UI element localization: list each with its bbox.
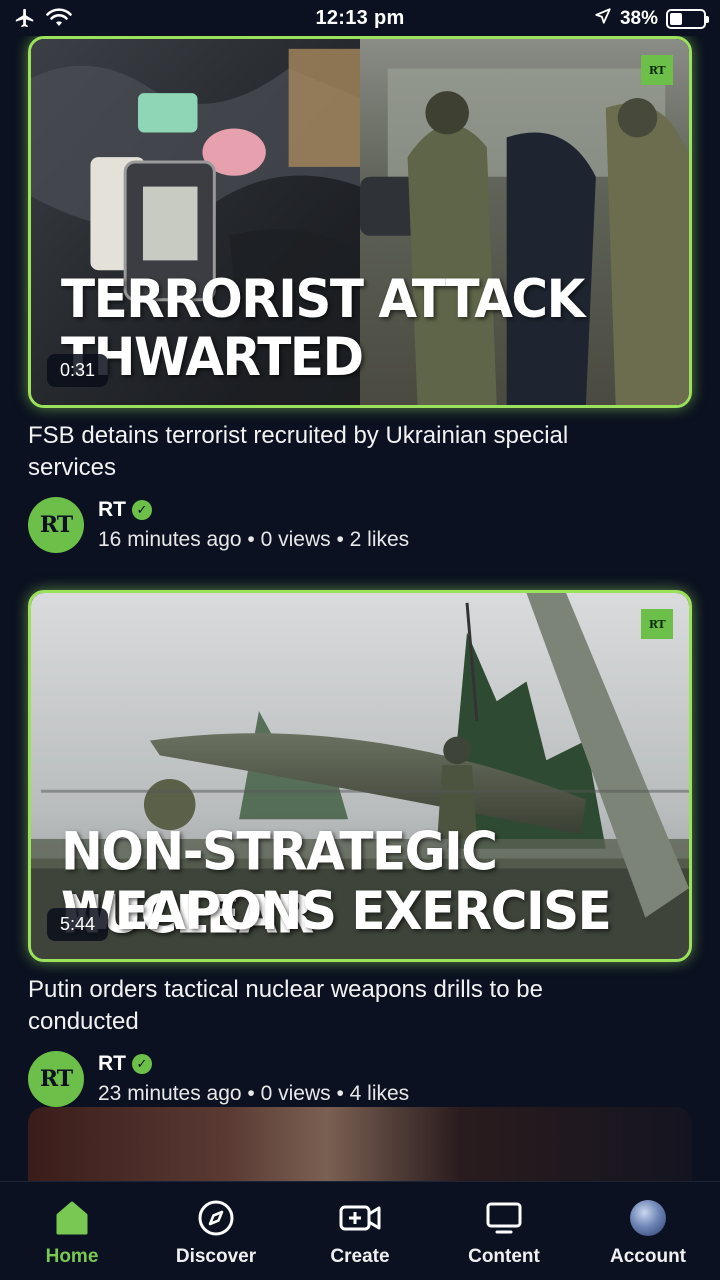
video-duration: 5:44 [47, 908, 109, 941]
verified-badge-icon: ✓ [132, 500, 152, 520]
video-stats: 23 minutes ago • 0 views • 4 likes [98, 1082, 410, 1105]
account-avatar-icon [626, 1196, 670, 1240]
nav-create[interactable]: Create [288, 1182, 432, 1280]
monitor-icon [482, 1196, 526, 1240]
verified-badge-icon: ✓ [132, 1054, 152, 1074]
video-thumbnail[interactable]: RT TERRORIST ATTACK THWARTED 0:31 [28, 36, 692, 408]
thumbnail-headline: WEAPONS EXERCISE [61, 880, 612, 942]
nav-label: Home [45, 1246, 99, 1267]
nav-home[interactable]: Home [0, 1182, 144, 1280]
video-title[interactable]: Putin orders tactical nuclear weapons dr… [28, 974, 628, 1038]
video-title[interactable]: FSB detains terrorist recruited by Ukrai… [28, 420, 628, 484]
channel-name[interactable]: RT [98, 498, 126, 522]
battery-level [670, 13, 683, 25]
video-meta: RT RT ✓ 23 minutes ago • 0 views • 4 lik… [28, 1050, 692, 1108]
channel-avatar[interactable]: RT [28, 1051, 84, 1107]
video-card[interactable]: RT TERRORIST ATTACK THWARTED 0:31 FSB de… [28, 36, 692, 554]
bottom-navigation: Home Discover Create Content Account [0, 1181, 720, 1280]
compass-icon [194, 1196, 238, 1240]
rt-watermark: RT [641, 609, 673, 639]
nav-label: Content [468, 1246, 540, 1267]
nav-label: Account [610, 1246, 686, 1267]
channel-avatar[interactable]: RT [28, 497, 84, 553]
video-thumbnail[interactable]: RT NON-STRATEGIC NUCLEAR WEAPONS EXERCIS… [28, 590, 692, 962]
battery-percent: 38% [619, 8, 658, 29]
nav-content[interactable]: Content [432, 1182, 576, 1280]
channel-name[interactable]: RT [98, 1052, 126, 1076]
video-thumbnail-partial[interactable] [28, 1107, 692, 1187]
video-card[interactable]: RT NON-STRATEGIC NUCLEAR WEAPONS EXERCIS… [28, 590, 692, 1108]
video-duration: 0:31 [47, 354, 109, 387]
status-bar: 12:13 pm 38% [0, 0, 720, 36]
rt-watermark: RT [641, 55, 673, 85]
nav-label: Discover [175, 1246, 257, 1267]
nav-account[interactable]: Account [576, 1182, 720, 1280]
video-add-icon [338, 1196, 382, 1240]
battery-icon [666, 9, 709, 29]
thumbnail-headline: TERRORIST ATTACK [61, 268, 585, 330]
nav-discover[interactable]: Discover [144, 1182, 288, 1280]
home-icon [50, 1196, 94, 1240]
video-feed[interactable]: RT TERRORIST ATTACK THWARTED 0:31 FSB de… [0, 36, 720, 1181]
video-stats: 16 minutes ago • 0 views • 2 likes [98, 528, 410, 551]
location-arrow-icon [594, 7, 612, 31]
video-meta: RT RT ✓ 16 minutes ago • 0 views • 2 lik… [28, 496, 692, 554]
nav-label: Create [330, 1246, 390, 1267]
